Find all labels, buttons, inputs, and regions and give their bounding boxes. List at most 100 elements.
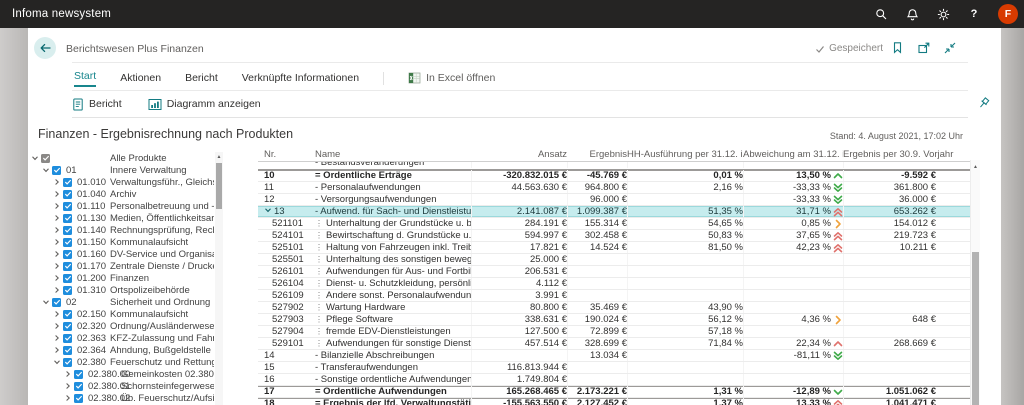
- checkbox[interactable]: [63, 286, 72, 295]
- table-row[interactable]: 17= Ordentliche Aufwendungen165.268.465 …: [258, 386, 970, 398]
- table-row[interactable]: 521101⋮Unterhaltung der Grundstücke u. b…: [258, 218, 970, 230]
- checkbox[interactable]: [63, 238, 72, 247]
- cell-name[interactable]: ⋮Unterhaltung der Grundstücke u. baul. A…: [315, 218, 471, 229]
- open-in-excel-button[interactable]: In Excel öffnen: [408, 72, 495, 84]
- checkbox[interactable]: [74, 370, 83, 379]
- tree-item[interactable]: 01.170Zentrale Dienste / Druckerei: [28, 260, 214, 272]
- entry-details-icon[interactable]: ⋮: [315, 291, 323, 300]
- entry-details-icon[interactable]: ⋮: [315, 303, 323, 312]
- tree-item[interactable]: 02.364Ahndung, Bußgeldstelle: [28, 344, 214, 356]
- search-icon[interactable]: [874, 7, 888, 21]
- checkbox[interactable]: [74, 394, 83, 403]
- tree-item[interactable]: 01.160DV-Service und Organisatio...: [28, 248, 214, 260]
- table-row[interactable]: 527903⋮Pflege Software338.631 €190.024 €…: [258, 314, 970, 326]
- pin-icon[interactable]: [976, 96, 991, 111]
- cell-name[interactable]: - Bestandsveränderungen: [315, 162, 471, 168]
- entry-details-icon[interactable]: ⋮: [315, 339, 323, 348]
- cell-name[interactable]: - Personalaufwendungen: [315, 182, 471, 193]
- table-row[interactable]: 526104⋮Dienst- u. Schutzkleidung, persön…: [258, 278, 970, 290]
- collapse-icon[interactable]: [942, 40, 957, 55]
- tree-scrollbar[interactable]: ▲: [215, 152, 223, 405]
- col-ergebnis[interactable]: Ergebnis: [567, 149, 627, 160]
- table-row[interactable]: 525101⋮Haltung von Fahrzeugen inkl. Trei…: [258, 242, 970, 254]
- tab-start[interactable]: Start: [74, 70, 96, 87]
- tree-item[interactable]: 01.040Archiv: [28, 188, 214, 200]
- checkbox[interactable]: [63, 358, 72, 367]
- gear-icon[interactable]: [936, 7, 950, 21]
- chevron-down-icon[interactable]: [264, 206, 272, 214]
- cell-name[interactable]: - Transferaufwendungen: [315, 362, 471, 373]
- chevron-right-icon[interactable]: [52, 322, 61, 331]
- cell-name[interactable]: = Ordentliche Erträge: [315, 170, 471, 181]
- chevron-right-icon[interactable]: [52, 214, 61, 223]
- table-row[interactable]: 14- Bilanzielle Abschreibungen13.034 €-8…: [258, 350, 970, 362]
- cell-name[interactable]: ⋮Bewirtschaftung d. Grundstücke u. baul.…: [315, 230, 471, 241]
- grid-scrollbar-thumb[interactable]: [972, 252, 979, 405]
- chevron-right-icon[interactable]: [52, 310, 61, 319]
- table-row[interactable]: 16- Sonstige ordentliche Aufwendungen1.7…: [258, 374, 970, 386]
- tree-item[interactable]: 01.150Kommunalaufsicht: [28, 236, 214, 248]
- checkbox[interactable]: [63, 346, 72, 355]
- chevron-right-icon[interactable]: [63, 370, 72, 379]
- col-hh-ausfuehrung[interactable]: HH-Ausführung per 31.12. in %: [627, 149, 743, 160]
- tab-bericht[interactable]: Bericht: [185, 72, 218, 84]
- cell-name[interactable]: ⋮Unterhaltung des sonstigen bewegliche V…: [315, 254, 471, 265]
- checkbox[interactable]: [63, 202, 72, 211]
- chevron-right-icon[interactable]: [52, 346, 61, 355]
- chevron-right-icon[interactable]: [52, 250, 61, 259]
- chevron-right-icon[interactable]: [63, 382, 72, 391]
- checkbox[interactable]: [63, 334, 72, 343]
- cell-name[interactable]: ⋮Aufwendungen für Aus- und Fortbildung: [315, 266, 471, 277]
- tree-item[interactable]: 02.380.01Schornsteinfegerwesen: [28, 380, 214, 392]
- chevron-right-icon[interactable]: [52, 190, 61, 199]
- back-button[interactable]: [34, 37, 56, 59]
- cell-name[interactable]: ⋮Dienst- u. Schutzkleidung, persönliche …: [315, 278, 471, 289]
- cell-name[interactable]: - Sonstige ordentliche Aufwendungen: [315, 374, 471, 385]
- bookmark-icon[interactable]: [890, 40, 905, 55]
- tab-aktionen[interactable]: Aktionen: [120, 72, 161, 84]
- table-row[interactable]: 527902⋮Wartung Hardware80.800 €35.469 €4…: [258, 302, 970, 314]
- scroll-up-icon[interactable]: ▲: [215, 154, 223, 160]
- chevron-down-icon[interactable]: [52, 358, 61, 367]
- table-row[interactable]: 526109⋮Andere sonst. Personalaufwendunge…: [258, 290, 970, 302]
- chevron-right-icon[interactable]: [52, 334, 61, 343]
- table-row[interactable]: 15- Transferaufwendungen116.813.944 €: [258, 362, 970, 374]
- report-button[interactable]: Bericht: [72, 98, 122, 111]
- open-in-window-icon[interactable]: [916, 40, 931, 55]
- cell-name[interactable]: ⋮Haltung von Fahrzeugen inkl. Treibstoff: [315, 242, 471, 253]
- cell-name[interactable]: ⋮Andere sonst. Personalaufwendungen: [315, 290, 471, 301]
- entry-details-icon[interactable]: ⋮: [315, 219, 323, 228]
- breadcrumb[interactable]: Berichtswesen Plus Finanzen: [66, 43, 204, 55]
- chevron-down-icon[interactable]: [30, 154, 39, 163]
- tree-item[interactable]: 01.110Personalbetreuung und -ver...: [28, 200, 214, 212]
- chevron-right-icon[interactable]: [52, 226, 61, 235]
- avatar[interactable]: F: [998, 4, 1018, 24]
- col-ergebnis-vorjahr[interactable]: Ergebnis per 30.9. Vorjahr: [843, 149, 960, 160]
- cell-name[interactable]: = Ergebnis der lfd. Verwaltungstätigkeit: [315, 398, 471, 405]
- chevron-down-icon[interactable]: [41, 298, 50, 307]
- tree-item[interactable]: 02.380.02Üb. Feuerschutz/Aufsichtsau...: [28, 392, 214, 404]
- chevron-right-icon[interactable]: [52, 202, 61, 211]
- col-ansatz[interactable]: Ansatz: [471, 149, 567, 160]
- table-row[interactable]: 527904⋮fremde EDV-Dienstleistungen127.50…: [258, 326, 970, 338]
- checkbox[interactable]: [74, 382, 83, 391]
- checkbox[interactable]: [63, 178, 72, 187]
- cell-name[interactable]: - Bilanzielle Abschreibungen: [315, 350, 471, 361]
- chevron-right-icon[interactable]: [63, 394, 72, 403]
- entry-details-icon[interactable]: ⋮: [315, 231, 323, 240]
- table-row[interactable]: 10= Ordentliche Erträge-320.832.015 €-45…: [258, 170, 970, 182]
- tree-scrollbar-thumb[interactable]: [216, 163, 222, 209]
- tree-item[interactable]: 02.150Kommunalaufsicht: [28, 308, 214, 320]
- table-row[interactable]: 524101⋮Bewirtschaftung d. Grundstücke u.…: [258, 230, 970, 242]
- tree-item[interactable]: 02.380.00Gemeinkosten 02.380: [28, 368, 214, 380]
- table-row[interactable]: - Bestandsveränderungen: [258, 162, 970, 170]
- checkbox[interactable]: [63, 226, 72, 235]
- chevron-right-icon[interactable]: [52, 274, 61, 283]
- table-row[interactable]: 13- Aufwend. für Sach- und Dienstleistun…: [258, 206, 970, 218]
- tree-item[interactable]: Alle Produkte: [28, 152, 214, 164]
- entry-details-icon[interactable]: ⋮: [315, 267, 323, 276]
- grid-scrollbar[interactable]: ▲: [970, 160, 980, 405]
- help-icon[interactable]: ?: [967, 7, 981, 21]
- tree-item[interactable]: 01.130Medien, Öffentlichkeitsarbei...: [28, 212, 214, 224]
- cell-name[interactable]: = Ordentliche Aufwendungen: [315, 386, 471, 397]
